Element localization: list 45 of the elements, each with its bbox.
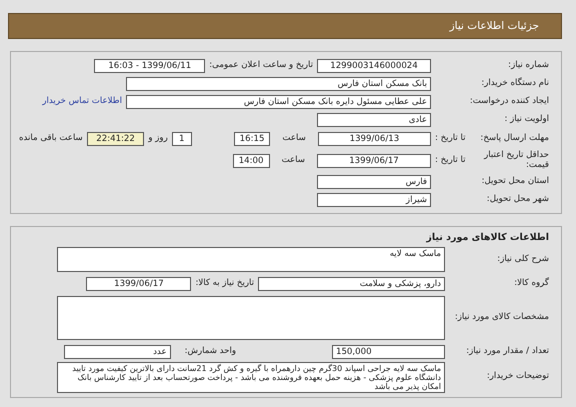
field-label: اولویت نیاز : [503,115,550,125]
text-field[interactable]: 1299003146000024 [317,59,431,73]
field-label: گروه کالا: [513,278,550,289]
field-label: ساعت [282,156,305,166]
field-label: تاریخ و ساعت اعلان عمومی: [209,61,313,71]
text-field[interactable]: بانک مسکن استان فارس [126,77,431,91]
text-field[interactable]: دارو، پزشکی و سلامت [258,276,445,291]
text-field[interactable]: عادی [317,113,431,127]
text-field[interactable]: علی عطایی مسئول دایره بانک مسکن استان فارس [126,95,431,109]
field-label: تاریخ نیاز به کالا: [195,278,254,289]
field-label: استان محل تحویل: [480,177,550,187]
field-label: ساعت باقی مانده [19,134,83,144]
text-field[interactable]: 150,000 [332,344,445,359]
page-title: جزئیات اطلاعات نیاز [450,20,539,32]
field-label: مهلت ارسال پاسخ: [480,134,549,144]
field-label: تعداد / مقدار مورد نیاز: [465,346,550,357]
text-field[interactable]: عدد [64,344,171,359]
field-label: ساعت [282,134,306,144]
text-field[interactable]: 16:15 [234,132,270,146]
field-label: توضیحات خریدار: [486,372,550,382]
field-label: واحد شمارش: [184,346,236,357]
field-label: تا تاریخ : [435,134,466,144]
field-label: تا تاریخ : [435,156,466,166]
text-field[interactable]: 1399/06/17 [317,154,431,168]
text-field[interactable]: 1399/06/17 [86,276,192,291]
text-field[interactable]: 1399/06/13 [318,132,431,146]
field-label: حداقل تاریخ اعتبار قیمت: [482,151,549,171]
text-field[interactable]: 14:00 [232,154,270,168]
text-field[interactable]: 1399/06/11 - 16:03 [94,59,206,73]
text-field[interactable]: فارس [317,175,431,189]
contact-link[interactable]: اطلاعات تماس خریدار [42,97,122,107]
text-field[interactable]: 22:41:22 [86,132,144,146]
field-label: نام دستگاه خریدار: [480,79,550,89]
specs-box[interactable] [57,296,445,340]
description-box[interactable]: ماسک سه لایه جراحی اسپاند 30گرم چین دارهمراه با گیره و کش گرد 21سانت دارای بالاترین کیفیت مورد تایید دانشگاه علوم پزشکی - هزینه حمل بعهده فروشنده می باشد - پرداخت صورتحساب بعد از تایید کارشناس بانک امکان پذیر می باشد [57,362,445,393]
field-label: روز و [148,134,168,144]
field-label: شرح کلی نیاز: [496,255,550,266]
section-title: اطلاعات کالاهای مورد نیاز [425,231,550,245]
field-label: شهر محل تحویل: [486,195,550,205]
field-label: مشخصات کالای مورد نیاز: [454,312,550,323]
field-label: شماره نیاز: [507,61,550,71]
text-field[interactable]: شیراز [317,193,431,207]
text-field[interactable]: ماسک سه لایه [57,246,445,272]
field-label: ایجاد کننده درخواست: [468,97,550,107]
text-field[interactable]: 1 [172,132,192,146]
